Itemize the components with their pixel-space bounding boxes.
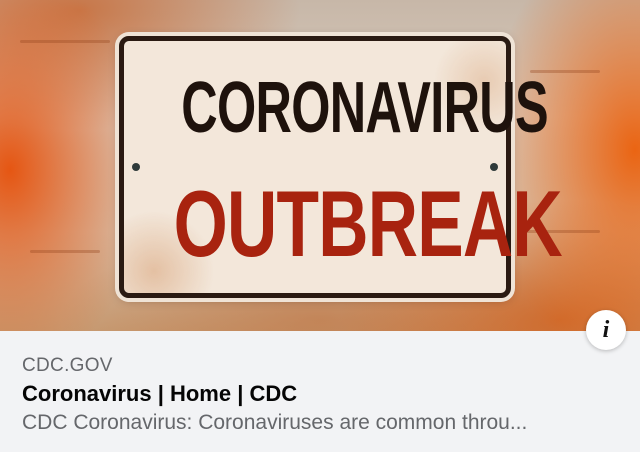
rust-streak	[20, 40, 110, 43]
preview-meta[interactable]: CDC.GOV Coronavirus | Home | CDC CDC Cor…	[0, 331, 640, 452]
sign-text-outbreak: OUTBREAK	[173, 171, 563, 276]
link-domain: CDC.GOV	[22, 355, 113, 376]
link-preview-card[interactable]: CORONAVIRUS OUTBREAK CDC.GOV Coronavirus…	[0, 0, 640, 452]
sign-bolt	[490, 163, 498, 171]
preview-image[interactable]: CORONAVIRUS OUTBREAK	[0, 0, 640, 331]
outbreak-sign: CORONAVIRUS OUTBREAK	[119, 36, 563, 298]
info-button[interactable]: i	[586, 310, 626, 350]
sign-bolt	[132, 163, 140, 171]
info-icon: i	[602, 317, 610, 343]
sign-text-coronavirus: CORONAVIRUS	[181, 68, 548, 148]
link-description: CDC Coronavirus: Coronaviruses are commo…	[22, 411, 528, 434]
link-title[interactable]: Coronavirus | Home | CDC	[22, 381, 297, 407]
rust-streak	[30, 250, 100, 253]
